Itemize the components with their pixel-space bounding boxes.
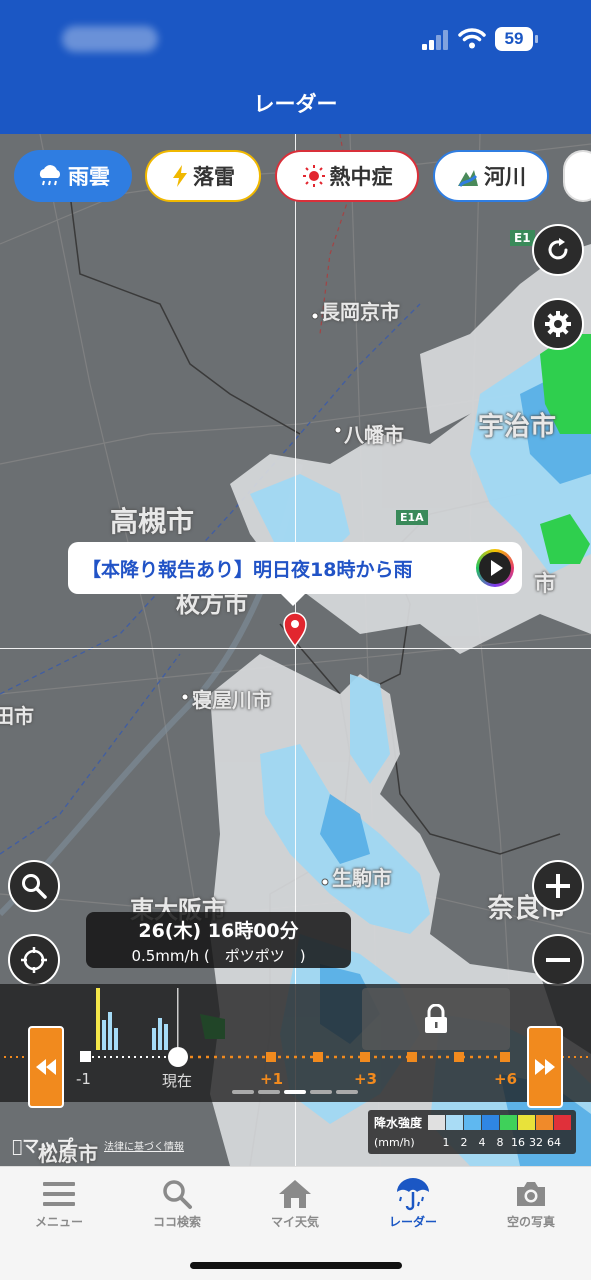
tab-search[interactable]: ココ検索	[118, 1175, 236, 1235]
menu-icon	[43, 1182, 75, 1206]
layer-chip-river[interactable]: 河川	[433, 150, 549, 202]
timeline-label-plus6: +6	[494, 1070, 518, 1088]
legend-scale-label: 64	[547, 1136, 561, 1149]
legend-title: 降水強度	[374, 1116, 423, 1130]
rewind-button[interactable]	[28, 1026, 64, 1108]
map-label-e1a: E1A	[396, 510, 428, 525]
layer-chip-rain[interactable]: 雨雲	[14, 150, 132, 202]
legend-swatch	[536, 1115, 553, 1130]
legend-swatch	[500, 1115, 517, 1130]
tab-label: マイ天気	[270, 1215, 319, 1229]
layer-chip-lightning[interactable]: 落雷	[145, 150, 261, 202]
location-target-icon	[21, 947, 47, 973]
layer-chip-label: 河川	[484, 165, 526, 189]
time-display: 26(木) 16時00分 0.5mm/h ( ポツポツ )	[86, 912, 351, 968]
map-label-takatsuki: 高槻市	[110, 505, 195, 538]
legend-scale-label: 1	[442, 1136, 450, 1149]
timeline-label-plus3: +3	[354, 1070, 378, 1088]
search-icon	[163, 1180, 192, 1209]
tab-my-weather[interactable]: マイ天気	[236, 1175, 354, 1235]
legal-info-link[interactable]: 法律に基づく情報	[104, 1138, 184, 1153]
premium-lock-area[interactable]	[362, 988, 510, 1050]
status-bar: 59	[0, 0, 591, 80]
tab-radar[interactable]: レーダー	[354, 1175, 472, 1235]
maps-attribution: マップ	[12, 1137, 73, 1157]
layer-chip-label: 落雷	[193, 165, 235, 189]
lock-icon	[425, 1004, 447, 1033]
intensity-text: 0.5mm/h ( ポツポツ )	[131, 947, 306, 965]
page-title: レーダー	[253, 92, 338, 116]
refresh-icon	[548, 238, 568, 260]
camera-icon	[517, 1182, 545, 1206]
fast-forward-button[interactable]	[527, 1026, 563, 1108]
battery-icon: 59	[495, 27, 539, 51]
gear-icon	[545, 311, 571, 337]
tab-menu[interactable]: メニュー	[0, 1175, 118, 1235]
map-label-nagaokakyo: 長岡京市	[320, 300, 400, 324]
legend-swatch	[446, 1115, 463, 1130]
legend-scale-label: 32	[529, 1136, 543, 1149]
timeline-label-now: 現在	[162, 1072, 193, 1090]
search-icon	[22, 874, 47, 899]
legend-swatch	[518, 1115, 535, 1130]
tab-label: 空の写真	[506, 1215, 555, 1229]
map-label-ikoma: 生駒市	[332, 866, 392, 890]
callout-text: 【本降り報告あり】明日夜18時から雨	[82, 558, 413, 581]
current-location-button[interactable]	[8, 934, 60, 986]
legend-unit: (mm/h)	[374, 1136, 415, 1149]
fast-forward-icon	[535, 1059, 555, 1075]
timeline-handle[interactable]	[168, 1047, 188, 1067]
forecast-callout[interactable]: 【本降り報告あり】明日夜18時から雨	[68, 542, 522, 606]
layer-chip-more[interactable]	[563, 150, 591, 202]
refresh-button[interactable]	[532, 224, 584, 276]
river-icon	[458, 170, 478, 187]
legend-swatch	[482, 1115, 499, 1130]
cellular-signal-icon	[422, 28, 450, 50]
legend-swatch	[464, 1115, 481, 1130]
layer-chip-heatstroke[interactable]: 熱中症	[275, 150, 419, 202]
precipitation-legend: 降水強度 (mm/h) 1 2 4 8 16 32 64	[368, 1110, 576, 1154]
app-header: 59 レーダー	[0, 0, 591, 134]
map-label-shi-left: 田市	[0, 704, 34, 728]
tab-sky-photos[interactable]: 空の写真	[472, 1175, 590, 1235]
legend-swatch	[428, 1115, 445, 1130]
map-label-neyagawa: 寝屋川市	[192, 688, 272, 712]
map-label-uji: 宇治市	[478, 412, 557, 442]
layer-chip-label: 雨雲	[68, 165, 110, 189]
zoom-out-button[interactable]	[532, 934, 584, 986]
umbrella-icon	[397, 1178, 429, 1211]
timeline-label-minus1: -1	[76, 1070, 91, 1088]
map-label-shi-right: 市	[534, 572, 557, 597]
legend-swatch	[554, 1115, 571, 1130]
map-label-yawata: 八幡市	[344, 423, 404, 447]
tab-label: メニュー	[34, 1215, 83, 1229]
home-indicator	[190, 1262, 402, 1269]
rain-cloud-icon	[39, 165, 61, 186]
legend-scale-label: 8	[496, 1136, 504, 1149]
plus-icon	[546, 874, 570, 898]
minus-icon	[546, 958, 570, 962]
layer-chip-label: 熱中症	[329, 165, 393, 189]
rewind-icon	[36, 1059, 56, 1075]
sun-icon	[302, 165, 325, 187]
map-label-e1: E1	[510, 230, 535, 246]
legend-scale-label: 4	[478, 1136, 486, 1149]
map-search-button[interactable]	[8, 860, 60, 912]
timeline-histogram	[96, 988, 179, 1050]
wifi-icon	[458, 28, 486, 49]
tab-label: ココ検索	[152, 1215, 201, 1229]
home-icon	[279, 1180, 311, 1208]
carrier-name-blurred	[62, 26, 158, 52]
legend-scale-label: 2	[460, 1136, 468, 1149]
battery-level: 59	[495, 27, 533, 51]
settings-button[interactable]	[532, 298, 584, 350]
timeline-label-plus1: +1	[260, 1070, 284, 1088]
legend-scale-label: 16	[511, 1136, 525, 1149]
zoom-in-button[interactable]	[532, 860, 584, 912]
tab-label: レーダー	[388, 1215, 437, 1229]
datetime-text: 26(木) 16時00分	[138, 920, 299, 942]
play-icon[interactable]	[476, 549, 514, 587]
lightning-icon	[173, 165, 187, 187]
